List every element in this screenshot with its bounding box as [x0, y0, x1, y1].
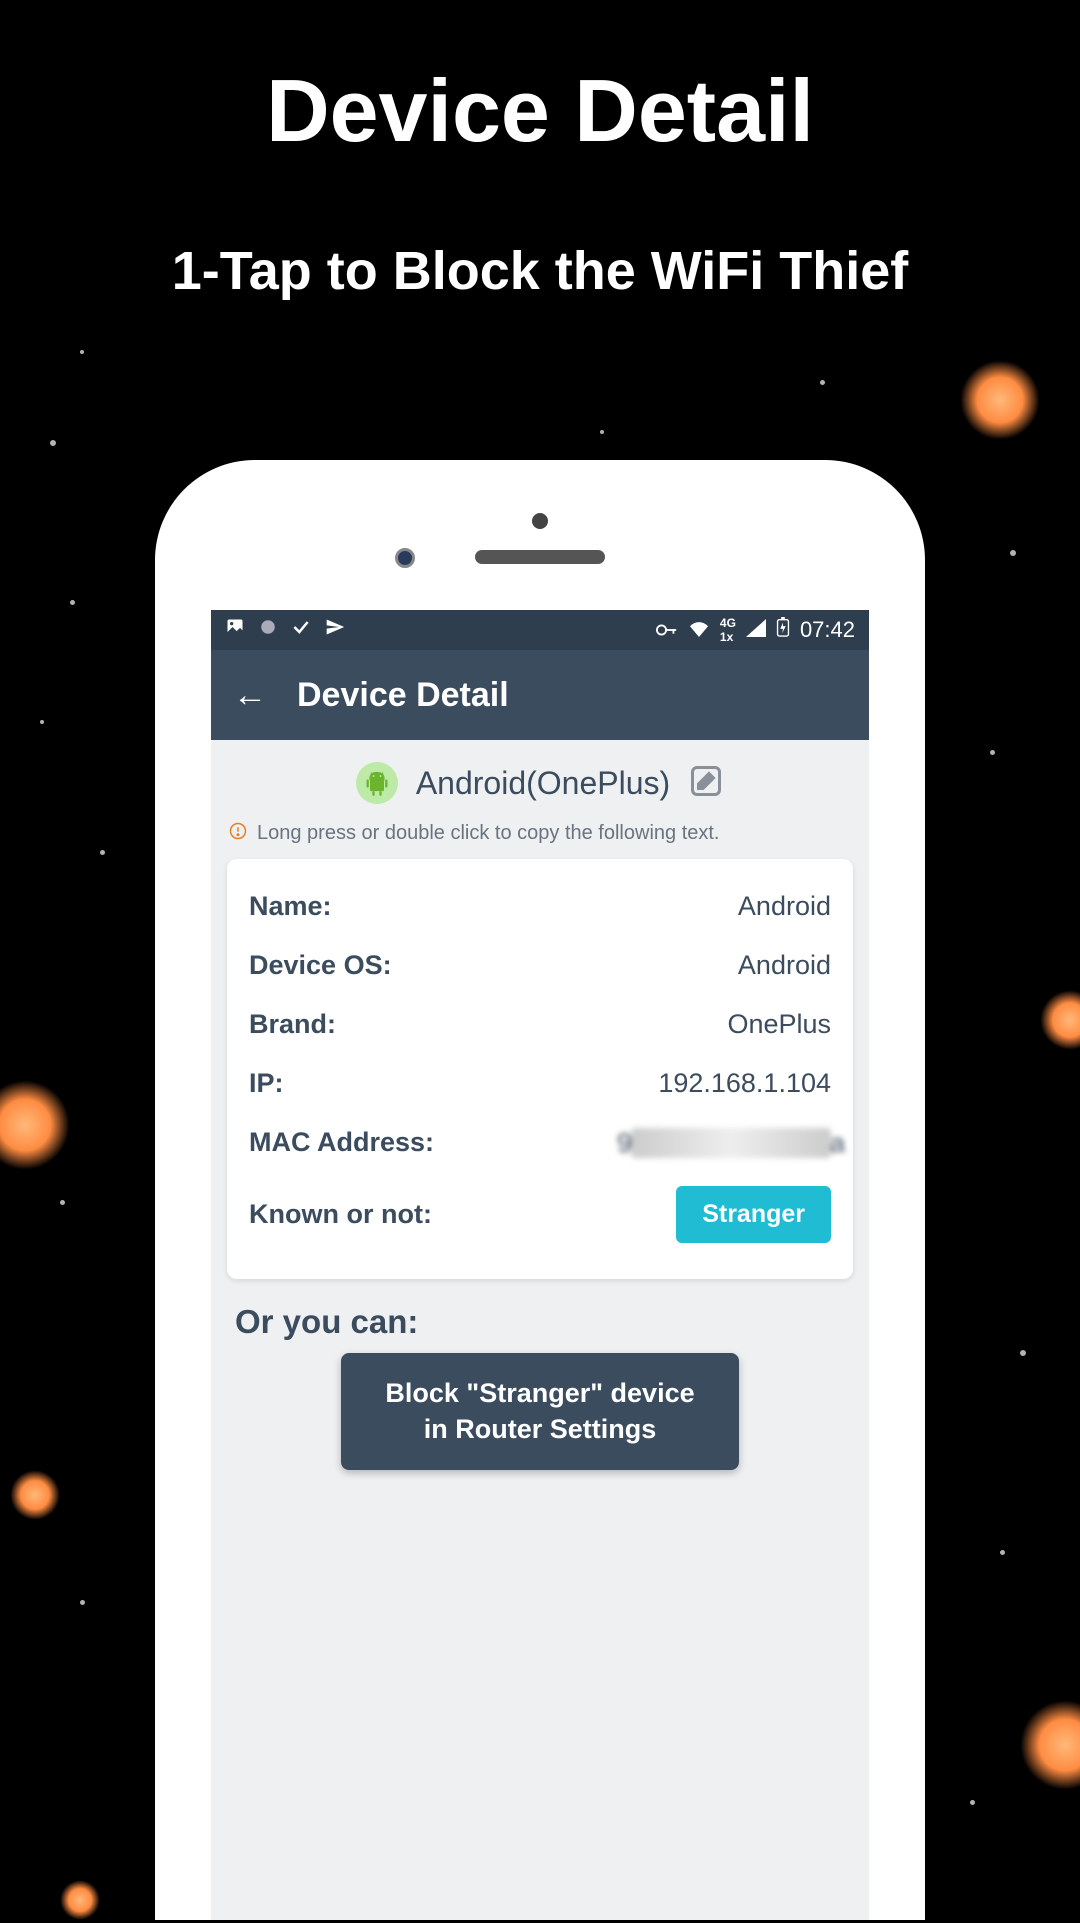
- mac-label: MAC Address:: [249, 1127, 434, 1158]
- hint-text: Long press or double click to copy the f…: [257, 822, 719, 845]
- name-label: Name:: [249, 891, 332, 922]
- details-card: Name: Android Device OS: Android Brand: …: [227, 859, 853, 1279]
- status-time: 07:42: [800, 617, 855, 643]
- name-value: Android: [738, 891, 831, 922]
- android-icon: [356, 762, 398, 804]
- known-label: Known or not:: [249, 1199, 432, 1230]
- app-bar-title: Device Detail: [297, 676, 509, 715]
- status-bar: 4G1x 07:42: [211, 610, 869, 650]
- alert-icon: [229, 822, 247, 845]
- back-arrow-icon[interactable]: ←: [233, 676, 267, 715]
- os-value: Android: [738, 950, 831, 981]
- phone-speaker: [475, 550, 605, 564]
- block-line-1: Block "Stranger" device: [385, 1378, 694, 1408]
- signal-icon: [746, 617, 766, 643]
- mac-value-blurred: [631, 1128, 831, 1158]
- hint-row: Long press or double click to copy the f…: [211, 812, 869, 859]
- row-mac[interactable]: MAC Address:: [249, 1113, 831, 1172]
- phone-front-camera: [395, 548, 415, 568]
- circle-icon: [259, 618, 277, 642]
- os-label: Device OS:: [249, 950, 392, 981]
- promo-subtitle: 1-Tap to Block the WiFi Thief: [0, 240, 1080, 302]
- ip-value: 192.168.1.104: [658, 1068, 831, 1099]
- edit-icon[interactable]: [688, 763, 724, 804]
- image-icon: [225, 617, 245, 643]
- ip-label: IP:: [249, 1068, 284, 1099]
- phone-camera-dot: [532, 513, 548, 529]
- stranger-button[interactable]: Stranger: [676, 1186, 831, 1243]
- row-ip[interactable]: IP: 192.168.1.104: [249, 1054, 831, 1113]
- device-name: Android(OnePlus): [416, 765, 670, 802]
- brand-label: Brand:: [249, 1009, 336, 1040]
- row-known: Known or not: Stranger: [249, 1172, 831, 1257]
- row-name[interactable]: Name: Android: [249, 877, 831, 936]
- battery-icon: [776, 617, 790, 643]
- or-title: Or you can:: [235, 1303, 845, 1341]
- checkmark-icon: [291, 617, 311, 643]
- brand-value: OnePlus: [727, 1009, 831, 1040]
- block-line-2: in Router Settings: [424, 1414, 657, 1444]
- phone-screen: 4G1x 07:42 ← Device Detail A: [211, 610, 869, 1920]
- phone-frame: 4G1x 07:42 ← Device Detail A: [155, 460, 925, 1920]
- app-bar: ← Device Detail: [211, 650, 869, 740]
- promo-title: Device Detail: [0, 60, 1080, 162]
- block-stranger-button[interactable]: Block "Stranger" device in Router Settin…: [341, 1353, 738, 1470]
- row-brand[interactable]: Brand: OnePlus: [249, 995, 831, 1054]
- key-icon: [656, 617, 678, 643]
- wifi-icon: [688, 617, 710, 643]
- or-section: Or you can: Block "Stranger" device in R…: [211, 1279, 869, 1488]
- row-os[interactable]: Device OS: Android: [249, 936, 831, 995]
- device-header: Android(OnePlus): [211, 740, 869, 812]
- send-icon: [325, 617, 345, 643]
- data-4g-icon: 4G1x: [720, 616, 736, 644]
